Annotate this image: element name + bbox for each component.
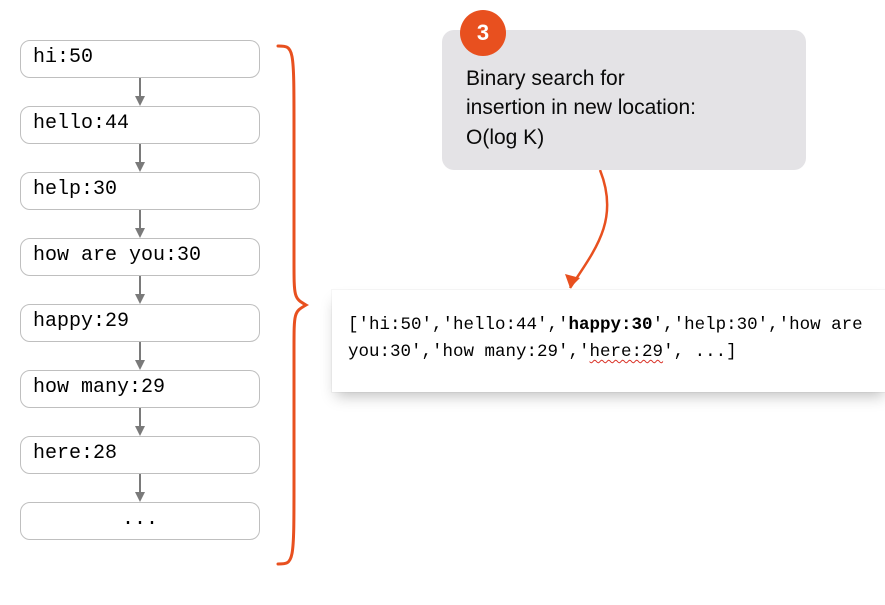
- list-node: here:28: [20, 436, 260, 474]
- arrow-down-icon: [20, 210, 260, 238]
- arrow-down-icon: [20, 474, 260, 502]
- curly-brace-icon: [270, 40, 310, 575]
- list-node: hi:50: [20, 40, 260, 78]
- pointer-arrow-icon: [560, 170, 670, 305]
- output-inserted-item: happy:30: [569, 315, 653, 335]
- list-node-ellipsis: ...: [20, 502, 260, 540]
- arrow-down-icon: [20, 342, 260, 370]
- list-node: hello:44: [20, 106, 260, 144]
- list-node: happy:29: [20, 304, 260, 342]
- step-badge: 3: [460, 10, 506, 56]
- arrow-down-icon: [20, 408, 260, 436]
- callout-line: insertion in new location:: [466, 93, 786, 122]
- linked-list-column: hi:50 hello:44 help:30 how are you:30 ha…: [20, 40, 260, 540]
- list-node: help:30: [20, 172, 260, 210]
- arrow-down-icon: [20, 144, 260, 172]
- step-number: 3: [477, 20, 489, 46]
- arrow-down-icon: [20, 276, 260, 304]
- arrow-down-icon: [20, 78, 260, 106]
- callout-line: Binary search for: [466, 64, 786, 93]
- output-text: ', ...]: [663, 342, 737, 362]
- output-text: ['hi:50','hello:44',': [348, 315, 569, 335]
- output-flagged-item: here:29: [590, 342, 664, 362]
- result-array-panel: ['hi:50','hello:44','happy:30','help:30'…: [332, 290, 885, 392]
- list-node: how many:29: [20, 370, 260, 408]
- list-node: how are you:30: [20, 238, 260, 276]
- callout-line: O(log K): [466, 123, 786, 152]
